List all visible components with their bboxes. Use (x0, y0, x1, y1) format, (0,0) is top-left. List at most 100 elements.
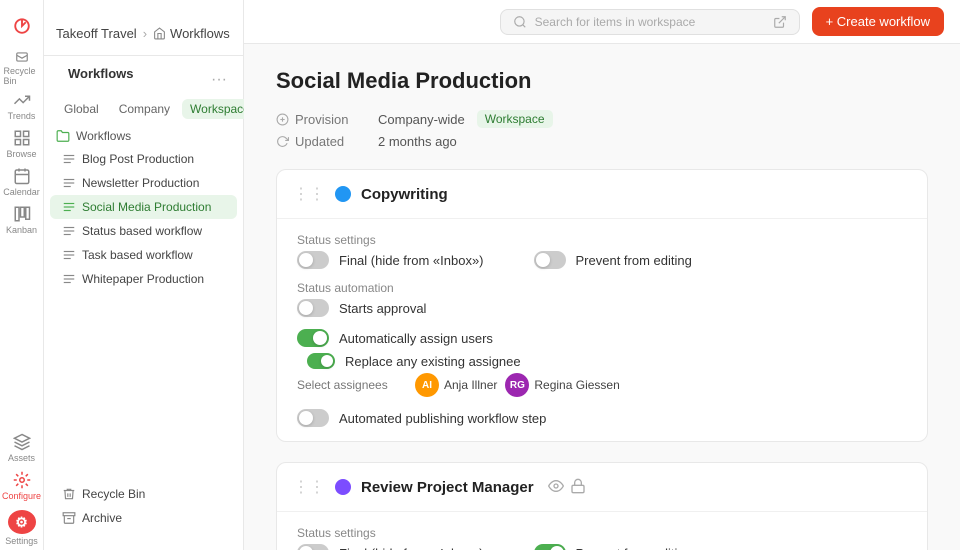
sidebar-bottom: Recycle Bin Archive (44, 474, 243, 538)
auto-assign-toggle[interactable] (297, 329, 329, 347)
review-pm-body: Status settings Final (hide from «Inbox»… (277, 512, 927, 550)
updated-value: 2 months ago (378, 134, 457, 149)
sidebar-title: Workflows (56, 66, 146, 93)
review-pm-icons (548, 478, 586, 497)
updated-label: Updated (276, 134, 366, 149)
workspace-badge: Workspace (477, 110, 553, 128)
prevent-editing-label: Prevent from editing (576, 253, 692, 268)
create-workflow-button[interactable]: + Create workflow (812, 7, 944, 36)
updated-row: Updated 2 months ago (276, 134, 928, 149)
starts-approval-toggle[interactable] (297, 299, 329, 317)
breadcrumb-workflows[interactable]: Workflows (170, 26, 230, 41)
avatar-anja: AI (415, 373, 439, 397)
lock-icon (570, 478, 586, 497)
nav-configure[interactable]: Configure (4, 468, 40, 504)
nav-inbox[interactable]: Recycle Bin (4, 50, 40, 86)
tab-company[interactable]: Company (111, 99, 178, 119)
automated-publishing-toggle[interactable] (297, 409, 329, 427)
nav-browse[interactable]: Browse (4, 126, 40, 162)
sidebar-item-whitepaper[interactable]: Whitepaper Production (50, 267, 237, 291)
copywriting-title: Copywriting (361, 186, 448, 203)
status-settings-label: Status settings (297, 233, 907, 247)
status-automation-label: Status automation (297, 281, 907, 295)
eye-icon (548, 478, 564, 497)
automated-publishing-label: Automated publishing workflow step (339, 411, 546, 426)
archive-label: Archive (82, 511, 122, 525)
search-icon (513, 15, 527, 29)
replace-existing-row: Replace any existing assignee (307, 353, 907, 369)
review-final-hide-row: Final (hide from «Inbox») Prevent from e… (297, 544, 907, 550)
search-area: Search for items in workspace (500, 9, 800, 35)
sidebar-item-newsletter[interactable]: Newsletter Production (50, 171, 237, 195)
drag-handle-copywriting[interactable]: ⋮⋮ (293, 184, 325, 204)
starts-approval-row: Starts approval (297, 299, 907, 317)
review-pm-header: ⋮⋮ Review Project Manager (277, 463, 927, 512)
auto-assign-label: Automatically assign users (339, 331, 493, 346)
select-assignees-label: Select assignees (297, 378, 407, 392)
nav-kanban[interactable]: Kanban (4, 202, 40, 238)
sidebar-item-task-based[interactable]: Task based workflow (50, 243, 237, 267)
recycle-bin-label: Recycle Bin (82, 487, 145, 501)
provision-value: Company-wide (378, 112, 465, 127)
breadcrumb-sep: › (143, 26, 147, 41)
icon-bar: Recycle Bin Trends Browse Calendar Kanba… (0, 0, 44, 550)
nav-settings[interactable]: ⚙ Settings (4, 510, 40, 546)
content-area: Social Media Production Provision Compan… (244, 44, 960, 550)
status-settings-group: Status settings Final (hide from «Inbox»… (297, 233, 907, 269)
breadcrumb: Takeoff Travel › Workflows (56, 26, 230, 41)
app-logo[interactable] (4, 8, 40, 44)
sidebar-more-button[interactable]: ··· (207, 67, 231, 93)
copywriting-body: Status settings Final (hide from «Inbox»… (277, 219, 927, 441)
replace-existing-toggle[interactable] (307, 353, 335, 369)
nav-trends[interactable]: Trends (4, 88, 40, 124)
copywriting-header: ⋮⋮ Copywriting (277, 170, 927, 219)
sidebar-item-label: Newsletter Production (82, 176, 199, 190)
prevent-editing-toggle[interactable] (534, 251, 566, 269)
review-prevent-editing-label: Prevent from editing (576, 546, 692, 550)
review-final-hide-label: Final (hide from «Inbox») (339, 546, 484, 550)
refresh-icon (276, 135, 289, 148)
sidebar-item-label: Blog Post Production (82, 152, 194, 166)
review-status-settings-label: Status settings (297, 526, 907, 540)
nav-calendar[interactable]: Calendar (4, 164, 40, 200)
tab-global[interactable]: Global (56, 99, 107, 119)
final-hide-toggle[interactable] (297, 251, 329, 269)
copywriting-dot (335, 186, 351, 202)
sidebar-item-status-based[interactable]: Status based workflow (50, 219, 237, 243)
assignees-row: Select assignees AI Anja Illner RG Regin… (297, 373, 907, 397)
auto-assign-row: Automatically assign users (297, 329, 907, 347)
assignee-regina-name: Regina Giessen (534, 378, 619, 392)
drag-handle-review[interactable]: ⋮⋮ (293, 477, 325, 497)
external-link-icon (773, 15, 787, 29)
copywriting-section: ⋮⋮ Copywriting Status settings Final (hi… (276, 169, 928, 442)
review-pm-section: ⋮⋮ Review Project Manager Status s (276, 462, 928, 550)
search-placeholder: Search for items in workspace (535, 15, 696, 29)
replace-existing-label: Replace any existing assignee (345, 354, 521, 369)
sidebar-section-workflows: Workflows (44, 125, 243, 147)
sidebar-item-social-media[interactable]: Social Media Production (50, 195, 237, 219)
automated-publishing-row: Automated publishing workflow step (297, 409, 907, 427)
main-area: Search for items in workspace + Create w… (244, 0, 960, 550)
provision-row: Provision Company-wide Workspace (276, 110, 928, 128)
auto-assign-group: Automatically assign users Replace any e… (297, 329, 907, 397)
sidebar-item-label: Social Media Production (82, 200, 211, 214)
sidebar-item-label: Whitepaper Production (82, 272, 204, 286)
provision-label: Provision (276, 112, 366, 127)
review-final-hide-toggle[interactable] (297, 544, 329, 550)
provision-icon (276, 113, 289, 126)
review-status-settings-group: Status settings Final (hide from «Inbox»… (297, 526, 907, 550)
company-name: Takeoff Travel (56, 26, 137, 41)
sidebar-archive[interactable]: Archive (56, 506, 231, 530)
sidebar-item-label: Status based workflow (82, 224, 202, 238)
final-hide-row: Final (hide from «Inbox») Prevent from e… (297, 251, 907, 269)
top-bar: Search for items in workspace + Create w… (244, 0, 960, 44)
search-box[interactable]: Search for items in workspace (500, 9, 800, 35)
nav-assets[interactable]: Assets (4, 430, 40, 466)
review-pm-dot (335, 479, 351, 495)
review-prevent-editing-toggle[interactable] (534, 544, 566, 550)
sidebar-item-blog-post[interactable]: Blog Post Production (50, 147, 237, 171)
avatar-regina: RG (505, 373, 529, 397)
review-pm-title: Review Project Manager (361, 479, 534, 496)
sidebar-section-label: Workflows (76, 129, 131, 143)
sidebar-recycle-bin[interactable]: Recycle Bin (56, 482, 231, 506)
